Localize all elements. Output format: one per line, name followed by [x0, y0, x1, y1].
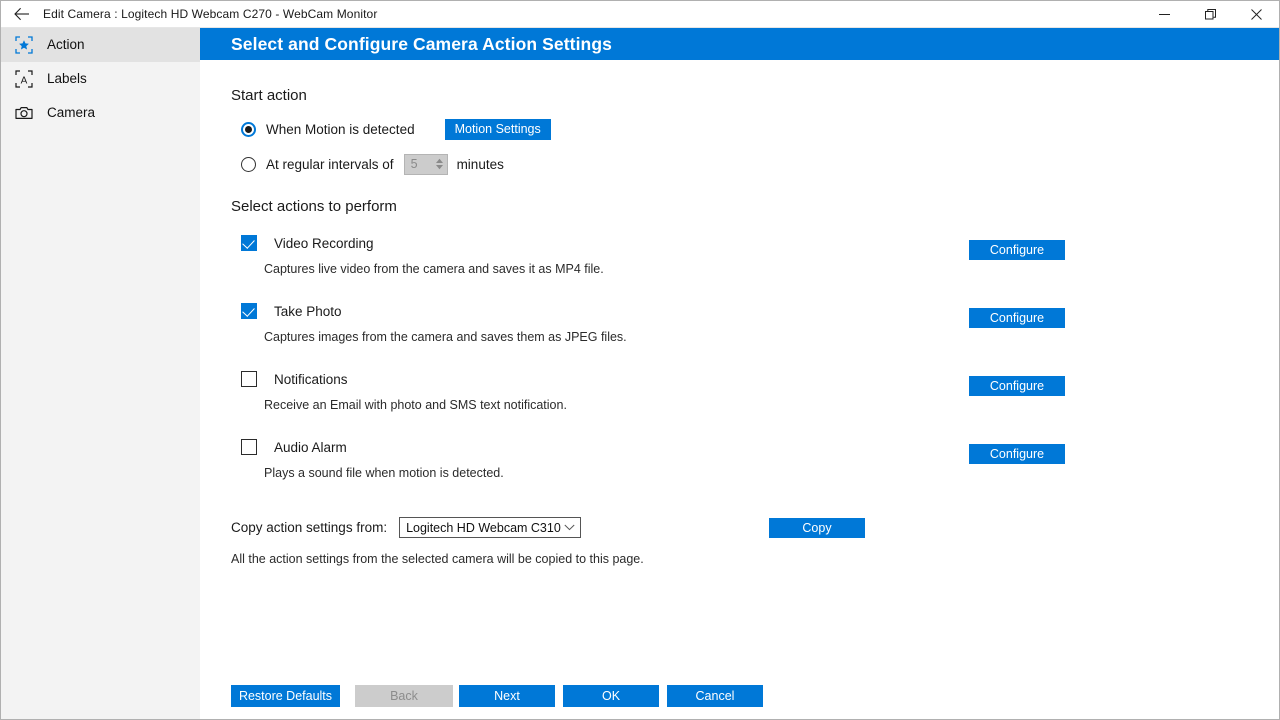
- back-button[interactable]: Back: [355, 685, 453, 707]
- radio-at-regular-intervals[interactable]: [241, 156, 256, 172]
- radio-when-motion-detected-label: When Motion is detected: [266, 121, 415, 137]
- checkbox-audio-alarm-label: Audio Alarm: [274, 439, 347, 455]
- action-take-photo-description: Captures images from the camera and save…: [264, 330, 627, 344]
- copy-settings-label: Copy action settings from:: [231, 520, 388, 535]
- sidebar-item-camera[interactable]: Camera: [1, 96, 200, 130]
- radio-at-regular-intervals-label: At regular intervals of: [266, 156, 394, 172]
- edit-camera-window: Edit Camera : Logitech HD Webcam C270 - …: [0, 0, 1280, 720]
- restore-icon[interactable]: [1187, 1, 1233, 27]
- action-row: Notifications: [231, 369, 1279, 389]
- action-row: Take Photo: [231, 301, 1279, 321]
- svg-text:A: A: [21, 75, 28, 86]
- sidebar: Action A Labels Camera: [1, 28, 200, 719]
- motion-settings-button[interactable]: Motion Settings: [444, 118, 551, 140]
- configure-notifications-button[interactable]: Configure: [969, 376, 1065, 396]
- start-action-interval-row: At regular intervals of 5 minutes: [231, 153, 1279, 175]
- close-icon[interactable]: [1233, 1, 1279, 27]
- chevron-down-icon: [564, 524, 575, 531]
- action-video-recording-description: Captures live video from the camera and …: [264, 262, 604, 276]
- checkbox-notifications[interactable]: [241, 371, 257, 387]
- action-audio-alarm: Audio Alarm Plays a sound file when moti…: [231, 437, 1279, 480]
- checkbox-take-photo[interactable]: [241, 303, 257, 319]
- sidebar-item-label: Action: [47, 37, 85, 53]
- action-notifications: Notifications Receive an Email with phot…: [231, 369, 1279, 412]
- configure-take-photo-button[interactable]: Configure: [969, 308, 1065, 328]
- star-target-icon: [13, 34, 35, 56]
- window-title: Edit Camera : Logitech HD Webcam C270 - …: [43, 7, 378, 21]
- configure-audio-alarm-button[interactable]: Configure: [969, 444, 1065, 464]
- sidebar-item-label: Camera: [47, 105, 96, 121]
- next-button[interactable]: Next: [459, 685, 555, 707]
- footer-buttons: Restore Defaults Back Next OK Cancel: [231, 685, 763, 707]
- sidebar-item-label: Labels: [47, 71, 87, 87]
- copy-button[interactable]: Copy: [769, 517, 865, 538]
- sidebar-item-action[interactable]: Action: [1, 28, 200, 62]
- configure-video-recording-button[interactable]: Configure: [969, 240, 1065, 260]
- radio-when-motion-detected[interactable]: [241, 121, 256, 137]
- interval-minutes-value: 5: [410, 157, 418, 171]
- action-row: Audio Alarm: [231, 437, 1279, 457]
- page-title: Select and Configure Camera Action Setti…: [200, 28, 1279, 60]
- checkbox-video-recording-label: Video Recording: [274, 235, 374, 251]
- letter-a-target-icon: A: [13, 68, 35, 90]
- content-pane: Select and Configure Camera Action Setti…: [200, 28, 1279, 719]
- window-controls: [1141, 1, 1279, 27]
- restore-defaults-button[interactable]: Restore Defaults: [231, 685, 340, 707]
- action-video-recording: Video Recording Captures live video from…: [231, 233, 1279, 276]
- copy-settings-note: All the action settings from the selecte…: [231, 552, 644, 566]
- copy-settings-row: Copy action settings from: Logitech HD W…: [231, 517, 1279, 538]
- title-bar: Edit Camera : Logitech HD Webcam C270 - …: [1, 1, 1279, 28]
- ok-button[interactable]: OK: [563, 685, 659, 707]
- action-row: Video Recording: [231, 233, 1279, 253]
- cancel-button[interactable]: Cancel: [667, 685, 763, 707]
- camera-icon: [13, 102, 35, 124]
- interval-minutes-stepper[interactable]: 5: [403, 153, 448, 175]
- interval-unit-label: minutes: [456, 156, 504, 172]
- minimize-icon[interactable]: [1141, 1, 1187, 27]
- action-notifications-description: Receive an Email with photo and SMS text…: [264, 398, 567, 412]
- select-actions-heading: Select actions to perform: [231, 198, 397, 215]
- window-body: Action A Labels Camera Select and Config…: [1, 28, 1279, 719]
- start-action-heading: Start action: [231, 87, 307, 104]
- back-arrow-icon[interactable]: [1, 1, 43, 27]
- copy-source-camera-value: Logitech HD Webcam C310: [406, 520, 561, 535]
- action-take-photo: Take Photo Captures images from the came…: [231, 301, 1279, 344]
- checkbox-take-photo-label: Take Photo: [274, 303, 342, 319]
- stepper-arrows-icon[interactable]: [433, 155, 447, 174]
- checkbox-video-recording[interactable]: [241, 235, 257, 251]
- sidebar-item-labels[interactable]: A Labels: [1, 62, 200, 96]
- page-body: Start action When Motion is detected Mot…: [200, 60, 1279, 719]
- action-audio-alarm-description: Plays a sound file when motion is detect…: [264, 466, 504, 480]
- checkbox-notifications-label: Notifications: [274, 371, 348, 387]
- checkbox-audio-alarm[interactable]: [241, 439, 257, 455]
- start-action-motion-row: When Motion is detected Motion Settings: [231, 118, 1279, 140]
- copy-source-camera-select[interactable]: Logitech HD Webcam C310: [399, 517, 582, 538]
